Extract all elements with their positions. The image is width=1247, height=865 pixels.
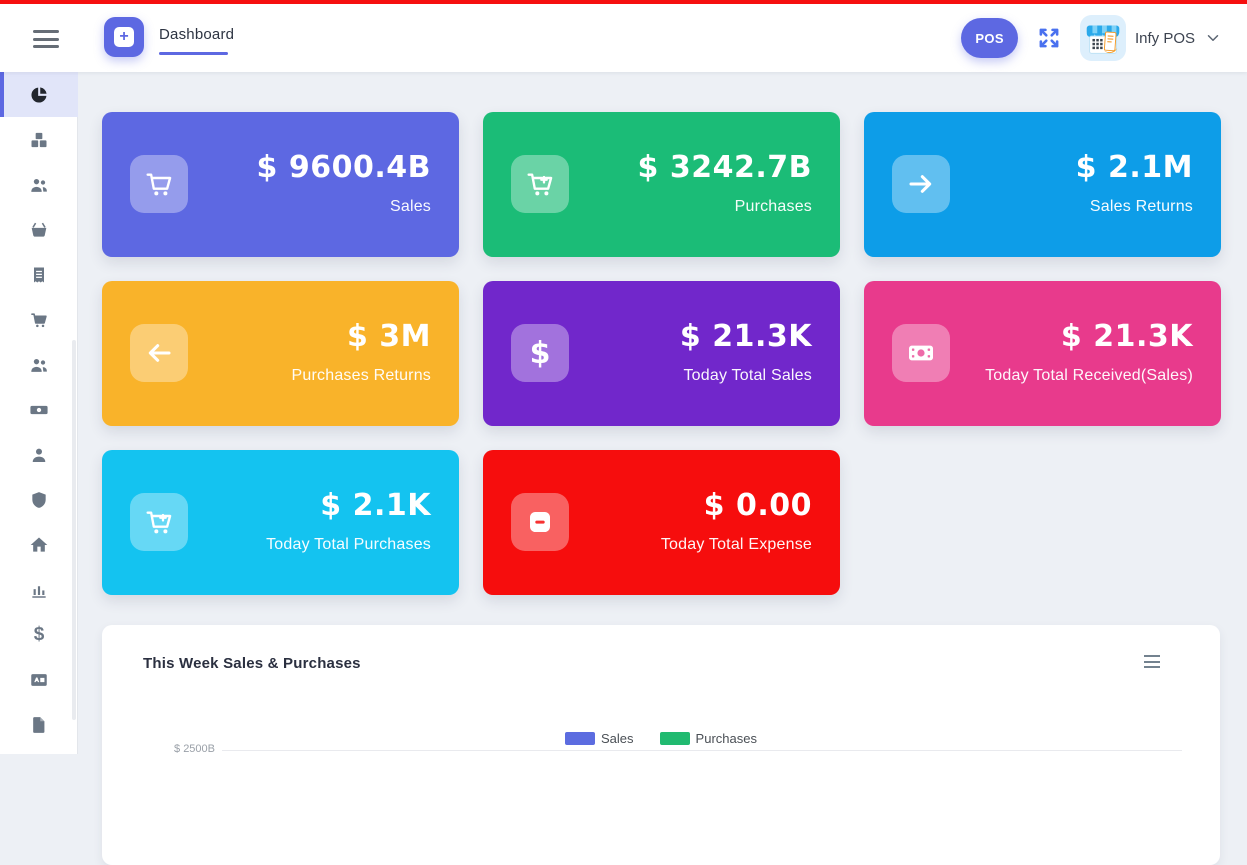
legend-item-purchases[interactable]: Purchases (660, 731, 757, 746)
top-loader-bar (0, 0, 1247, 4)
stat-card-purchases: $ 3242.7B Purchases (483, 112, 840, 257)
sidebar-item-customers[interactable] (0, 162, 78, 207)
sidebar-item-products[interactable] (0, 117, 78, 162)
stat-card-today-total-sales: $ $ 21.3K Today Total Sales (483, 281, 840, 426)
chart-legend: Sales Purchases (102, 731, 1220, 746)
sidebar-item-users[interactable] (0, 432, 78, 477)
stat-card-today-total-expense: $ 0.00 Today Total Expense (483, 450, 840, 595)
legend-label: Purchases (696, 731, 757, 746)
stat-label: Purchases Returns (111, 367, 431, 385)
brand-name: Infy POS (1135, 30, 1195, 47)
users-group-icon (29, 175, 49, 195)
stat-value: $ 3242.7B (512, 150, 812, 185)
header: + Dashboard POS (0, 4, 1247, 72)
sidebar-scrollbar[interactable] (72, 340, 76, 720)
legend-item-sales[interactable]: Sales (565, 731, 634, 746)
sidebar-item-roles[interactable] (0, 477, 78, 522)
sidebar-item-reports[interactable] (0, 567, 78, 612)
sidebar-item-currency[interactable]: $ (0, 612, 78, 657)
stat-card-sales-returns: $ 2.1M Sales Returns (864, 112, 1221, 257)
stat-label: Today Total Purchases (111, 536, 431, 554)
app-logo-plus-icon: + (114, 27, 134, 47)
legend-swatch-sales (565, 732, 595, 745)
page-title-wrap: Dashboard (159, 26, 234, 55)
cash-icon (29, 400, 49, 420)
chart-menu-icon[interactable] (1144, 655, 1160, 668)
brand-menu[interactable]: Infy POS (1080, 15, 1222, 61)
sidebar-item-purchases-cart[interactable] (0, 297, 78, 342)
main-content: $ 9600.4B Sales $ 3242.7B Purchases $ 2.… (78, 72, 1247, 754)
home-icon (29, 535, 49, 555)
fullscreen-icon[interactable] (1036, 25, 1062, 51)
stat-card-today-total-received: $ 21.3K Today Total Received(Sales) (864, 281, 1221, 426)
stat-card-purchases-returns: $ 3M Purchases Returns (102, 281, 459, 426)
sidebar-item-dashboard[interactable] (0, 72, 78, 117)
stat-card-sales: $ 9600.4B Sales (102, 112, 459, 257)
sidebar: $ (0, 72, 78, 754)
cart-icon (29, 310, 49, 330)
hamburger-icon[interactable] (32, 28, 60, 50)
chart-gridline (222, 750, 1182, 751)
sidebar-item-language[interactable] (0, 657, 78, 702)
bar-chart-icon (29, 580, 49, 600)
products-boxes-icon (29, 130, 49, 150)
stat-label: Purchases (492, 198, 812, 216)
stat-card-today-total-purchases: $ 2.1K Today Total Purchases (102, 450, 459, 595)
legend-label: Sales (601, 731, 634, 746)
sidebar-item-suppliers[interactable] (0, 342, 78, 387)
chevron-down-icon (1204, 29, 1222, 47)
legend-swatch-purchases (660, 732, 690, 745)
stat-label: Sales Returns (873, 198, 1193, 216)
stat-value: $ 0.00 (512, 488, 812, 523)
pos-button[interactable]: POS (961, 18, 1018, 58)
id-card-icon (29, 670, 49, 690)
stat-label: Today Total Expense (492, 536, 812, 554)
person-icon (29, 445, 49, 465)
sidebar-item-expenses[interactable] (0, 387, 78, 432)
sidebar-item-warehouse[interactable] (0, 522, 78, 567)
sidebar-item-pages[interactable] (0, 702, 78, 747)
store-logo-icon (1080, 15, 1126, 61)
stat-value: $ 21.3K (512, 319, 812, 354)
stat-label: Sales (111, 198, 431, 216)
stat-label: Today Total Received(Sales) (873, 367, 1193, 385)
basket-icon (29, 220, 49, 240)
page-title: Dashboard (159, 26, 234, 43)
app-logo-button[interactable]: + (104, 17, 144, 57)
stat-value: $ 2.1K (131, 488, 431, 523)
stat-label: Today Total Sales (492, 367, 812, 385)
file-icon (29, 715, 49, 735)
y-axis-top-tick: $ 2500B (150, 743, 215, 755)
receipt-icon (29, 265, 49, 285)
weekly-sales-purchases-chart-card: This Week Sales & Purchases Sales Purcha… (102, 625, 1220, 865)
shield-icon (29, 490, 49, 510)
stat-value: $ 21.3K (893, 319, 1193, 354)
chart-title: This Week Sales & Purchases (143, 655, 361, 672)
stat-value: $ 3M (131, 319, 431, 354)
sidebar-item-sales-receipts[interactable] (0, 252, 78, 297)
sidebar-item-pos-basket[interactable] (0, 207, 78, 252)
stat-value: $ 9600.4B (131, 150, 431, 185)
pie-chart-icon (29, 85, 49, 105)
dollar-icon: $ (34, 625, 45, 644)
stat-value: $ 2.1M (893, 150, 1193, 185)
page-title-underline (159, 52, 228, 55)
team-icon (29, 355, 49, 375)
stat-cards-grid: $ 9600.4B Sales $ 3242.7B Purchases $ 2.… (102, 112, 1222, 595)
